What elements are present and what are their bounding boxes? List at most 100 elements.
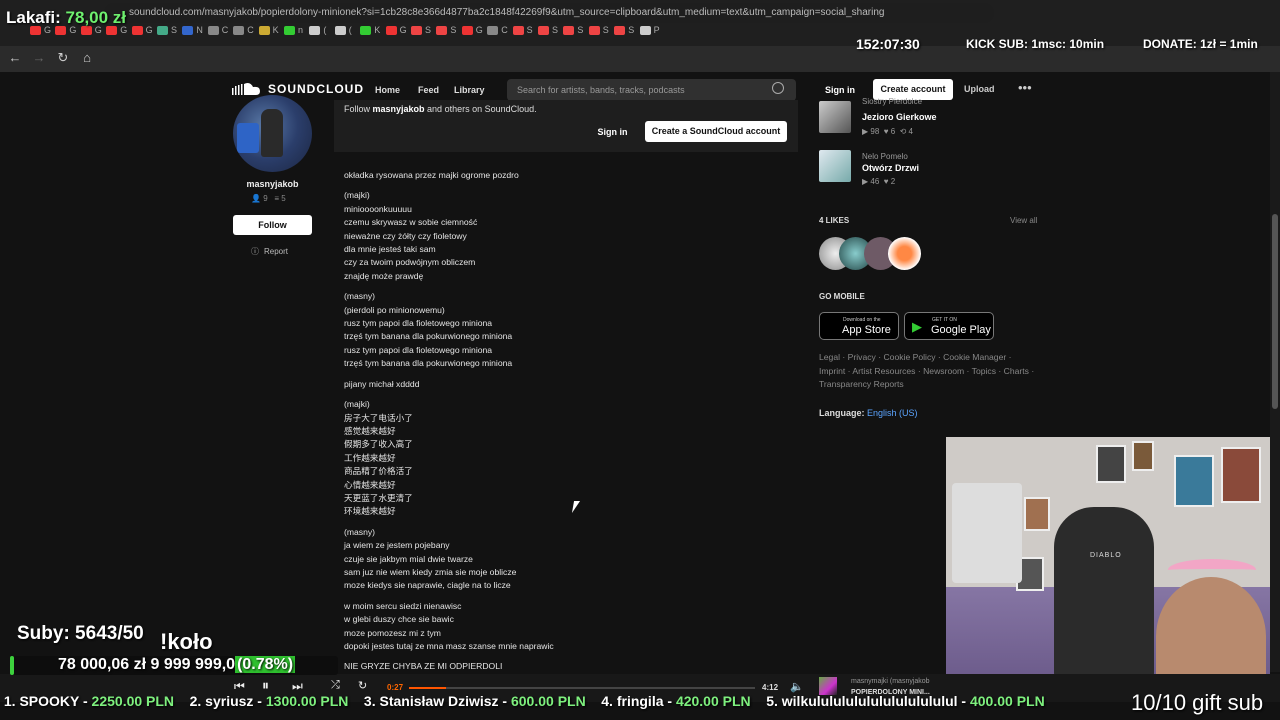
nav-library[interactable]: Library xyxy=(454,85,485,95)
description-line: 心情越来越好 xyxy=(344,479,396,490)
related-track-thumbnail[interactable] xyxy=(819,150,851,182)
repeat-icon[interactable]: ↻ xyxy=(358,679,367,692)
browser-tab[interactable]: S xyxy=(588,22,609,38)
more-options-icon[interactable]: ••• xyxy=(1018,80,1032,95)
browser-tab[interactable]: ( xyxy=(309,22,326,38)
language-label: Language: xyxy=(819,408,868,418)
browser-tab[interactable]: N xyxy=(182,22,203,38)
browser-tab[interactable]: S xyxy=(563,22,583,38)
next-icon[interactable]: ⏭ xyxy=(292,679,303,694)
app-store-button[interactable]: Download on the App Store xyxy=(819,312,899,340)
wall-poster xyxy=(1132,441,1154,471)
soundcloud-logo[interactable]: SOUNDCLOUD xyxy=(232,82,364,96)
track-description: okładka rysowana przez majki ogrome pozd… xyxy=(344,169,794,674)
browser-tab[interactable]: K xyxy=(258,22,279,38)
description-line: trzęś tym banana dla pokurwionego minion… xyxy=(344,358,513,369)
description-line: dla mnie jesteś taki sam xyxy=(344,244,436,255)
view-all-link[interactable]: View all xyxy=(1010,216,1037,225)
search-input[interactable]: Search for artists, bands, tracks, podca… xyxy=(507,79,796,101)
browser-tab[interactable]: C xyxy=(207,22,229,38)
description-line: (masny) xyxy=(344,291,376,302)
footer-links[interactable]: Legal · Privacy · Cookie Policy · Cookie… xyxy=(819,351,1039,392)
google-play-button[interactable]: ▶ GET IT ON Google Play xyxy=(904,312,994,340)
tab-favicon-icon xyxy=(461,25,473,35)
tab-favicon-icon xyxy=(360,25,372,35)
shuffle-icon[interactable]: ⤮ xyxy=(331,679,340,692)
browser-tab[interactable]: S xyxy=(411,22,431,38)
pause-icon[interactable]: ⏸ xyxy=(262,677,269,694)
language-selector[interactable]: Language: English (US) xyxy=(819,408,918,418)
logo-text: SOUNDCLOUD xyxy=(268,82,364,96)
url-text: soundcloud.com/masnyjakob/popierdolony-m… xyxy=(129,7,885,18)
artist-stats: 👤 9 ≡ 5 xyxy=(251,194,286,203)
browser-tab[interactable]: G xyxy=(385,22,407,38)
related-track[interactable]: Siostry Pierdolce Jezioro Gierkowe ▶ 98 … xyxy=(819,97,1039,137)
related-track-artist[interactable]: Nelo Pomelo xyxy=(862,152,908,161)
forward-icon[interactable]: → xyxy=(30,50,48,65)
description-line: znajdę może prawdę xyxy=(344,270,424,281)
donation-ticker: 1. SPOOKY - 2250.00 PLN 2. syriusz - 130… xyxy=(0,693,1130,713)
related-track-artist[interactable]: Siostry Pierdolce xyxy=(862,97,922,106)
browser-tab[interactable]: K xyxy=(360,22,380,38)
browser-tab[interactable]: S xyxy=(157,22,177,38)
reload-icon[interactable]: ↻ xyxy=(54,50,72,66)
browser-tab[interactable]: S xyxy=(538,22,558,38)
ticker-donor: 5. wilkulululululululululululul - xyxy=(750,693,970,709)
total-time: 4:12 xyxy=(762,683,779,692)
progress-bar[interactable] xyxy=(409,687,755,689)
tab-label: C xyxy=(221,25,229,35)
nav-feed[interactable]: Feed xyxy=(418,85,439,95)
volume-icon[interactable]: 🔈 xyxy=(790,680,804,693)
banner-text-artist: masnyjakob xyxy=(372,104,425,114)
browser-tab[interactable]: G xyxy=(461,22,483,38)
likes-count: 2 xyxy=(890,177,896,186)
wall-poster xyxy=(1221,447,1261,503)
scrollbar-thumb[interactable] xyxy=(1272,214,1278,409)
search-icon[interactable] xyxy=(772,82,784,94)
tab-label: C xyxy=(501,25,508,35)
banner-create-account-button[interactable]: Create a SoundCloud account xyxy=(645,121,787,142)
nav-home[interactable]: Home xyxy=(375,85,400,95)
address-bar[interactable]: soundcloud.com/masnyjakob/popierdolony-m… xyxy=(104,3,994,23)
back-icon[interactable]: ← xyxy=(6,50,24,65)
browser-tab[interactable]: S xyxy=(512,22,533,38)
browser-tab[interactable]: C xyxy=(233,22,254,38)
browser-tab[interactable]: S xyxy=(436,22,456,38)
browser-tab[interactable]: C xyxy=(487,22,508,38)
previous-icon[interactable]: ⏮ xyxy=(234,679,245,694)
tab-favicon-icon xyxy=(563,25,575,35)
tab-label: n xyxy=(298,25,304,35)
browser-tab[interactable]: G xyxy=(131,22,153,38)
tab-label: S xyxy=(628,25,635,35)
ticker-donor: 4. fringila - xyxy=(585,693,676,709)
related-track[interactable]: Nelo Pomelo Otwórz Drzwi ▶ 46 ♥ 2 xyxy=(819,150,1039,186)
artist-name[interactable]: masnyjakob xyxy=(233,179,312,189)
liker-avatar[interactable] xyxy=(888,237,921,270)
kolo-command: !koło xyxy=(160,629,213,654)
tracks-icon: ≡ xyxy=(274,194,279,203)
report-button[interactable]: ⓘ Report xyxy=(251,246,288,257)
browser-tab[interactable]: ( xyxy=(334,22,352,38)
related-track-title[interactable]: Otwórz Drzwi xyxy=(862,163,919,173)
browser-tab[interactable]: S xyxy=(614,22,634,38)
language-value[interactable]: English (US) xyxy=(867,408,918,418)
tab-favicon-icon xyxy=(233,25,245,35)
banner-signin-button[interactable]: Sign in xyxy=(594,123,631,141)
header-signin-button[interactable]: Sign in xyxy=(822,81,858,99)
now-playing-artist[interactable]: masnymajki (masnyjakob xyxy=(851,678,930,685)
browser-tab[interactable]: n xyxy=(284,22,303,38)
google-play-small-text: GET IT ON xyxy=(932,317,957,323)
browser-tab[interactable]: P xyxy=(639,22,660,38)
progress-fill xyxy=(409,687,447,689)
follow-button[interactable]: Follow xyxy=(233,215,312,235)
tab-label: S xyxy=(577,25,584,35)
related-track-thumbnail[interactable] xyxy=(819,101,851,133)
upload-link[interactable]: Upload xyxy=(964,84,995,94)
artist-avatar[interactable] xyxy=(233,95,312,172)
reposts-count: 4 xyxy=(908,127,913,136)
home-icon[interactable]: ⌂ xyxy=(78,50,96,65)
wall-poster xyxy=(1174,455,1214,507)
related-track-title[interactable]: Jezioro Gierkowe xyxy=(862,112,937,122)
